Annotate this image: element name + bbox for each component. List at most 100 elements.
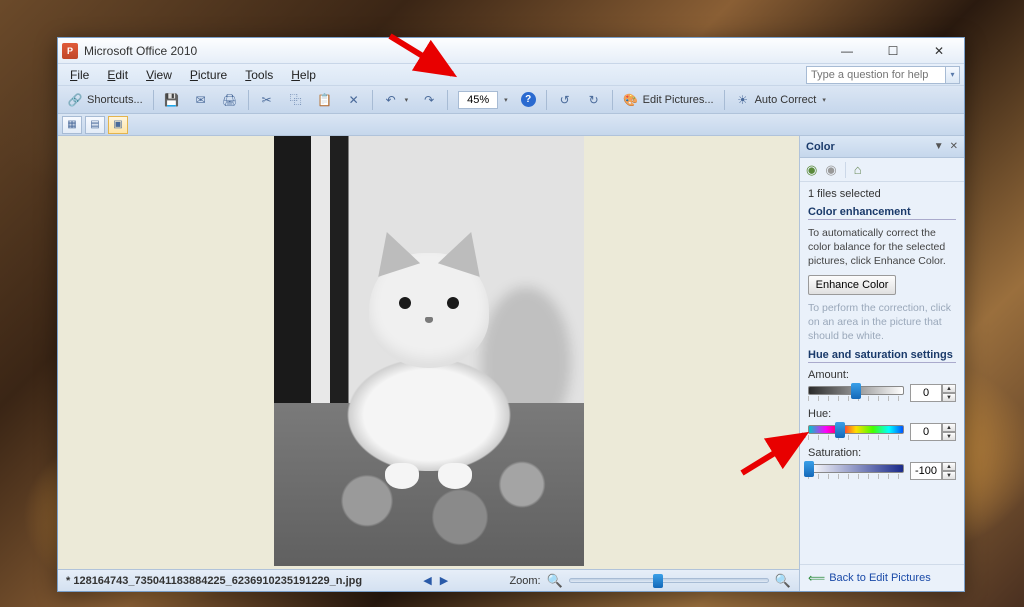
redo-button[interactable]: ↷ [416, 89, 442, 111]
menu-help[interactable]: Help [283, 66, 324, 84]
help-search-input[interactable] [806, 66, 946, 84]
enhance-color-button[interactable]: Enhance Color [808, 275, 896, 295]
edit-pictures-label: Edit Pictures... [643, 94, 714, 106]
toolbar-separator [447, 90, 448, 110]
menu-view[interactable]: View [138, 66, 180, 84]
auto-correct-label: Auto Correct [755, 94, 817, 106]
app-icon: P [62, 43, 78, 59]
help-icon: ? [521, 92, 536, 107]
zoom-input[interactable] [458, 91, 498, 109]
saturation-step-up[interactable]: ▲ [942, 462, 956, 471]
menu-picture[interactable]: Picture [182, 66, 235, 84]
app-window: P Microsoft Office 2010 — ☐ ✕ FileEditVi… [57, 37, 965, 592]
saturation-input[interactable] [910, 462, 942, 480]
hue-slider[interactable] [808, 425, 904, 434]
section-color-enhancement: Color enhancement [808, 206, 956, 220]
saturation-slider[interactable] [808, 464, 904, 473]
enhance-description: To automatically correct the color balan… [808, 226, 956, 269]
slider-ticks [808, 435, 904, 440]
toolbar-separator [153, 90, 154, 110]
amount-slider-thumb[interactable] [851, 383, 861, 399]
pane-back-button[interactable]: ◉ [806, 162, 817, 178]
print-button[interactable]: 🖨 [217, 89, 243, 111]
status-bar: * 128164743_735041183884225_623691023519… [58, 569, 799, 591]
window-title: Microsoft Office 2010 [84, 44, 830, 58]
auto-correct-button[interactable]: ☀ Auto Correct ▾ [730, 89, 831, 111]
pane-home-button[interactable]: ⌂ [854, 162, 862, 177]
shortcuts-label: Shortcuts... [87, 94, 143, 106]
back-to-edit-pictures-link[interactable]: ⟸ Back to Edit Pictures [808, 571, 931, 585]
picture-canvas[interactable] [58, 136, 799, 569]
zoom-slider[interactable] [569, 578, 769, 583]
auto-correct-icon: ☀ [735, 92, 751, 108]
section-hue-saturation: Hue and saturation settings [808, 349, 956, 363]
shortcuts-button[interactable]: 🔗 Shortcuts... [62, 89, 148, 111]
undo-button[interactable]: ↶▾ [378, 89, 414, 111]
files-selected-text: 1 files selected [808, 188, 956, 200]
hue-step-up[interactable]: ▲ [942, 423, 956, 432]
rotate-left-button[interactable]: ↺ [552, 89, 578, 111]
menu-tools[interactable]: Tools [237, 66, 281, 84]
amount-input[interactable] [910, 384, 942, 402]
zoom-combobox[interactable]: ▾ [453, 89, 513, 111]
paste-icon: 📋 [317, 92, 333, 108]
chevron-down-icon: ▾ [822, 96, 826, 104]
edit-pictures-button[interactable]: 🎨 Edit Pictures... [618, 89, 719, 111]
mail-button[interactable]: ✉ [188, 89, 214, 111]
pane-menu-button[interactable]: ▼ [934, 141, 944, 152]
single-view-button[interactable]: ▣ [108, 116, 128, 134]
paste-button[interactable]: 📋 [312, 89, 338, 111]
toolbar-separator [546, 90, 547, 110]
amount-slider[interactable] [808, 386, 904, 395]
mail-icon: ✉ [193, 92, 209, 108]
help-search[interactable]: ▾ [806, 66, 960, 84]
next-picture-button[interactable]: ▶ [440, 574, 448, 587]
title-bar: P Microsoft Office 2010 — ☐ ✕ [58, 38, 964, 64]
minimize-button[interactable]: — [830, 42, 864, 60]
zoom-in-button[interactable]: 🔍 [775, 573, 791, 589]
view-bar: ▦ ▤ ▣ [58, 114, 964, 136]
pane-title: Color [806, 141, 835, 153]
cut-button[interactable]: ✂ [254, 89, 280, 111]
saturation-slider-thumb[interactable] [804, 461, 814, 477]
edit-pictures-icon: 🎨 [623, 92, 639, 108]
back-link-label: Back to Edit Pictures [829, 572, 931, 584]
pane-nav: ◉ ◉ ⌂ [800, 158, 964, 182]
thumbnail-view-button[interactable]: ▦ [62, 116, 82, 134]
pane-forward-button[interactable]: ◉ [825, 162, 836, 178]
toolbar-separator [372, 90, 373, 110]
amount-step-down[interactable]: ▼ [942, 393, 956, 402]
maximize-button[interactable]: ☐ [876, 42, 910, 60]
slider-ticks [808, 474, 904, 479]
hue-input[interactable] [910, 423, 942, 441]
menu-edit[interactable]: Edit [99, 66, 136, 84]
hue-step-down[interactable]: ▼ [942, 432, 956, 441]
delete-button[interactable]: ✕ [341, 89, 367, 111]
toolbar-separator [724, 90, 725, 110]
saturation-step-down[interactable]: ▼ [942, 471, 956, 480]
help-button[interactable]: ? [516, 89, 541, 111]
undo-icon: ↶ [383, 92, 399, 108]
pane-close-button[interactable]: ✕ [950, 141, 958, 152]
zoom-out-button[interactable]: 🔍 [547, 573, 563, 589]
back-arrow-icon: ⟸ [808, 571, 825, 585]
redo-icon: ↷ [421, 92, 437, 108]
rotate-right-button[interactable]: ↻ [581, 89, 607, 111]
copy-button[interactable]: ⿻ [283, 89, 309, 111]
help-search-dropdown[interactable]: ▾ [946, 66, 960, 84]
hue-slider-thumb[interactable] [835, 422, 845, 438]
menu-file[interactable]: File [62, 66, 97, 84]
save-button[interactable]: 💾 [159, 89, 185, 111]
zoom-slider-thumb[interactable] [653, 574, 663, 588]
pane-header: Color ▼ ✕ [800, 136, 964, 158]
filmstrip-view-button[interactable]: ▤ [85, 116, 105, 134]
cut-icon: ✂ [259, 92, 275, 108]
prev-picture-button[interactable]: ◀ [423, 574, 431, 587]
save-icon: 💾 [164, 92, 180, 108]
close-button[interactable]: ✕ [922, 42, 956, 60]
rotate-right-icon: ↻ [586, 92, 602, 108]
amount-label: Amount: [808, 369, 956, 381]
picture-preview [274, 136, 584, 566]
rotate-left-icon: ↺ [557, 92, 573, 108]
amount-step-up[interactable]: ▲ [942, 384, 956, 393]
